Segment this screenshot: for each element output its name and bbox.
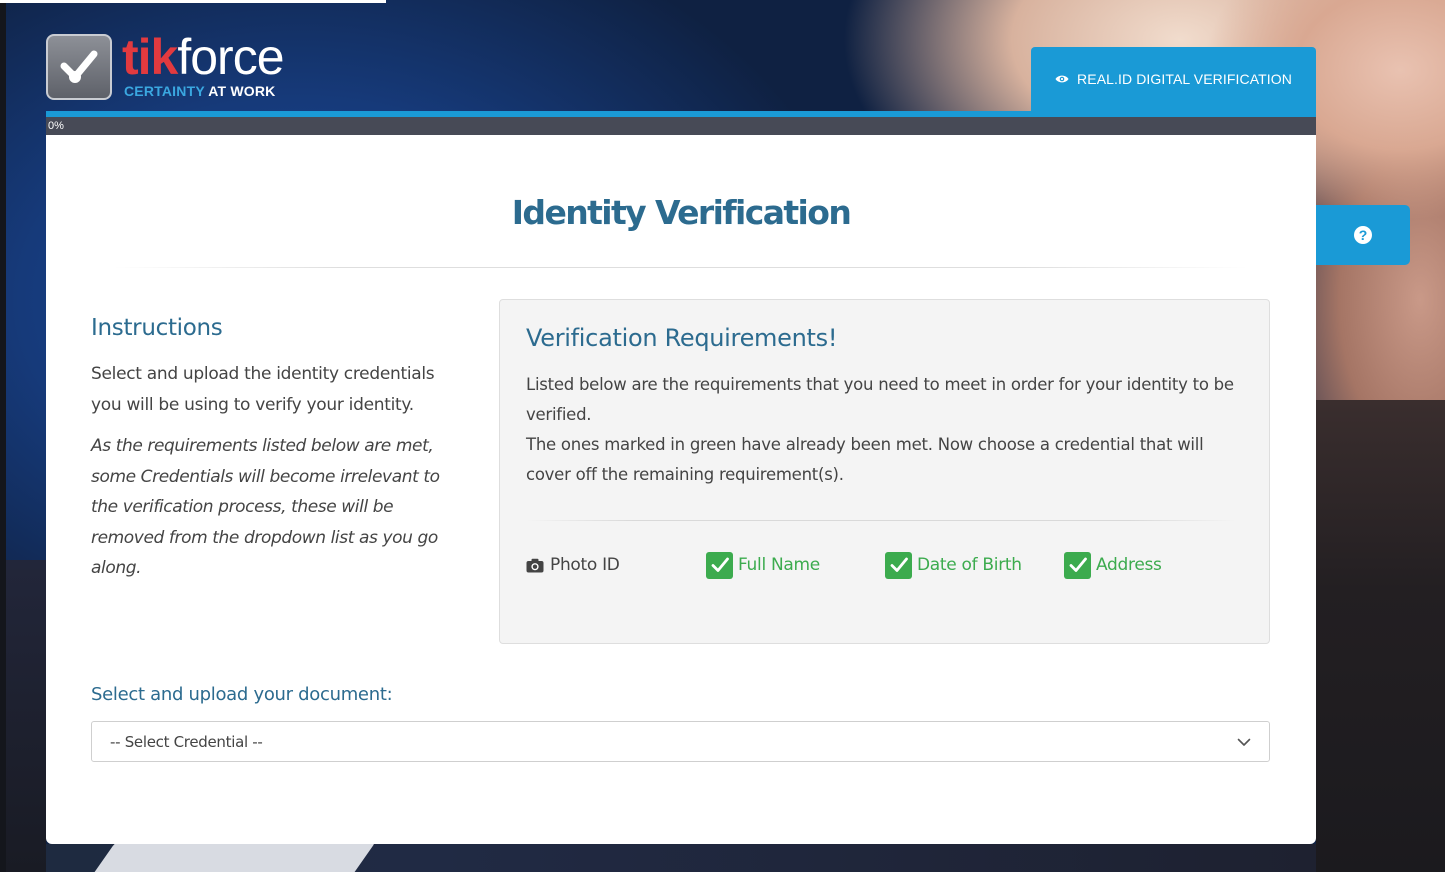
- question-circle-icon: ?: [1354, 226, 1372, 244]
- chevron-down-icon: [1237, 738, 1251, 746]
- logo-text: tikforce CERTAINTY AT WORK: [122, 32, 285, 99]
- tikforce-logo[interactable]: tikforce CERTAINTY AT WORK: [46, 32, 285, 100]
- background-shade-left: [0, 560, 46, 872]
- top-strip: [0, 0, 386, 3]
- logo-tagline-at-work: AT WORK: [208, 83, 276, 99]
- logo-check-icon: [46, 34, 112, 100]
- help-button[interactable]: ?: [1316, 205, 1410, 265]
- camera-icon: [526, 558, 544, 572]
- requirement-date-of-birth: Date of Birth: [885, 550, 1022, 580]
- requirement-label: Date of Birth: [917, 555, 1022, 575]
- upload-label: Select and upload your document:: [91, 684, 393, 705]
- requirement-full-name: Full Name: [706, 550, 820, 580]
- main-card: Identity Verification Instructions Selec…: [46, 135, 1316, 844]
- eye-icon: [1055, 75, 1069, 83]
- requirement-photo-id: Photo ID: [526, 550, 620, 580]
- window-left-edge: [0, 0, 6, 872]
- instructions-note: As the requirements listed below are met…: [91, 436, 440, 578]
- logo-word-tik: tik: [122, 29, 178, 85]
- check-icon: [885, 551, 912, 579]
- credential-select[interactable]: -- Select Credential --: [91, 721, 1270, 762]
- background-shade-right: [1316, 400, 1445, 872]
- requirements-heading: Verification Requirements!: [526, 324, 838, 352]
- check-icon: [1064, 551, 1091, 579]
- realid-tab-label: REAL.ID DIGITAL VERIFICATION: [1077, 71, 1292, 87]
- progress-label: 0%: [48, 120, 64, 132]
- title-divider: [114, 267, 1248, 268]
- credential-select-value: -- Select Credential --: [110, 732, 263, 751]
- instructions-heading: Instructions: [91, 315, 223, 341]
- requirement-label: Address: [1096, 555, 1162, 575]
- progress-bar: 0%: [46, 117, 1316, 135]
- requirement-label: Photo ID: [550, 555, 620, 575]
- requirement-label: Full Name: [738, 555, 820, 575]
- page-title: Identity Verification: [511, 193, 852, 232]
- logo-tagline: CERTAINTY AT WORK: [124, 83, 284, 99]
- logo-wordmark: tikforce: [122, 32, 285, 82]
- requirement-address: Address: [1064, 550, 1162, 580]
- instructions-panel: Instructions Select and upload the ident…: [91, 315, 461, 584]
- logo-word-force: force: [177, 29, 284, 85]
- logo-tagline-certainty: CERTAINTY: [124, 83, 205, 99]
- requirements-line-1: Listed below are the requirements that y…: [526, 375, 1234, 424]
- requirements-description: Listed below are the requirements that y…: [526, 370, 1246, 490]
- check-icon: [706, 551, 733, 579]
- background-shape: [74, 840, 378, 872]
- realid-verification-tab[interactable]: REAL.ID DIGITAL VERIFICATION: [1031, 47, 1316, 111]
- requirements-list: Photo ID Full Name Date of Birth Address: [526, 550, 1246, 580]
- verification-requirements-panel: Verification Requirements! Listed below …: [499, 299, 1270, 644]
- requirements-divider: [526, 520, 1236, 521]
- requirements-line-2: The ones marked in green have already be…: [526, 435, 1204, 484]
- instructions-body: Select and upload the identity credentia…: [91, 364, 435, 415]
